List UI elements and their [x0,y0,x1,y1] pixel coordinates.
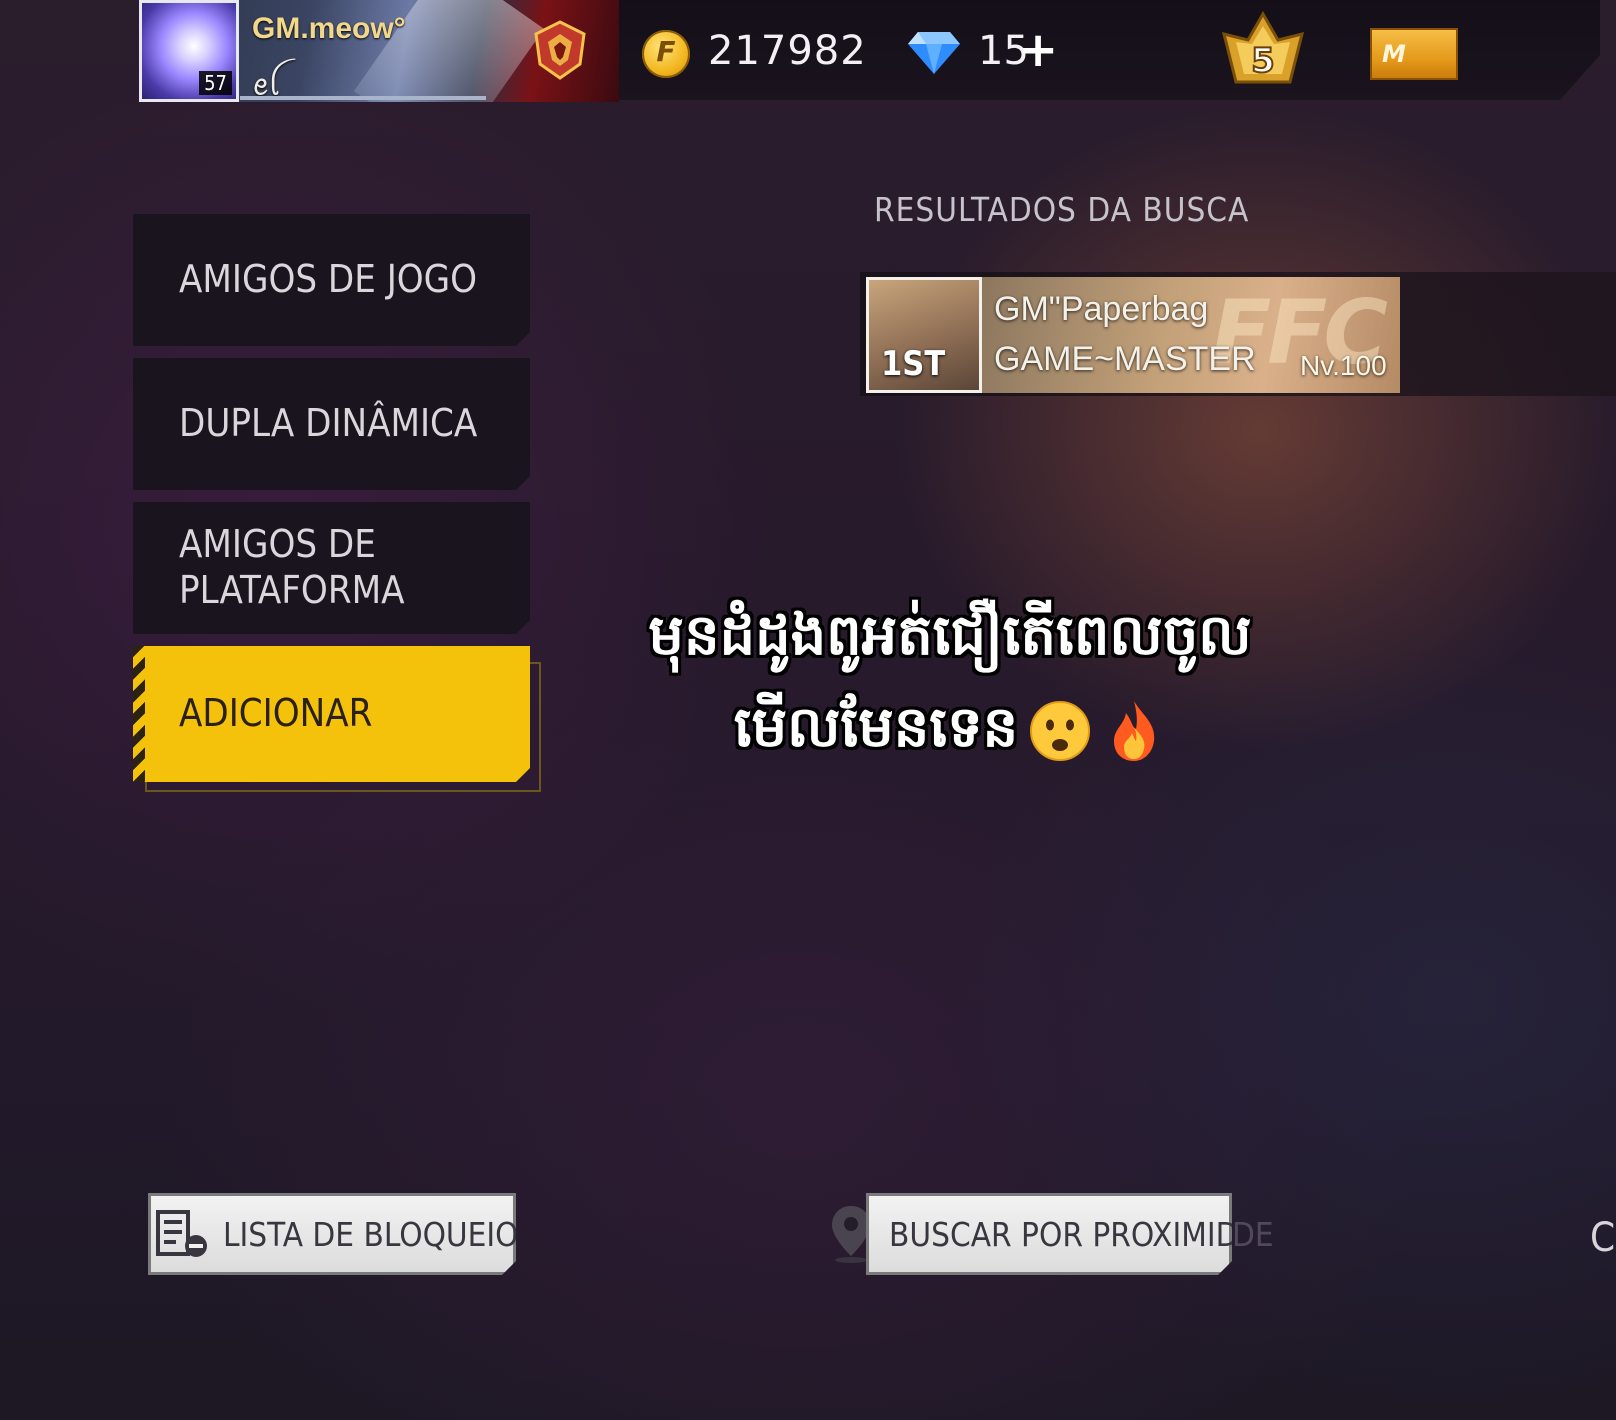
membership-label: M [1382,40,1406,68]
membership-icon[interactable]: M [1370,28,1458,80]
video-caption: មុនដំដូងពូអត់ជឿតើពេលចូល មើលមែនទេន [560,590,1340,774]
result-avatar-rank: 1ST [881,344,946,384]
menu-item-label: AMIGOS DE JOGO [179,257,478,302]
gold-amount: 217982 [708,28,867,74]
caption-line-2-wrap: មើលមែនទេន [560,682,1340,774]
top-bar: 57 GM.meow° ꫀꪶ F 217982 15 + 5 M [0,0,1616,104]
player-level-badge: 57 [199,71,232,95]
caption-line-1: មុនដំដូងពូអត់ជឿតើពេលចូល [648,603,1252,668]
add-diamonds-button[interactable]: + [1018,22,1058,78]
player-exp-bar [240,96,486,100]
block-list-label: LISTA DE BLOQUEIOS [223,1214,538,1254]
player-name: GM.meow° [252,12,406,45]
block-list-icon [156,1210,207,1257]
hazard-stripes [133,646,145,782]
caption-line-2: មើលមែនទេន [733,695,1019,760]
search-nearby-button[interactable]: BUSCAR POR PROXIMIDA [866,1193,1232,1275]
result-player-name: GM"Paperbag [994,290,1209,328]
search-nearby-label-overflow: DE [1232,1215,1274,1254]
offscreen-button-label[interactable]: C [1590,1215,1615,1261]
menu-item-label: ADICIONAR [179,691,373,736]
diamond-icon [908,32,960,74]
rank-value: 5 [1251,41,1275,81]
result-avatar[interactable]: 1ST [866,277,982,393]
result-level: Nv.100 [1300,350,1387,381]
gold-coin-icon: F [642,30,690,78]
result-player-tag: GAME~MASTER [994,340,1256,378]
search-nearby-label: BUSCAR POR PROXIMIDA [889,1214,1259,1254]
player-avatar[interactable]: 57 [139,0,239,102]
menu-item-dynamic-duo[interactable]: DUPLA DINÂMICA [133,358,530,490]
player-tag: ꫀꪶ [252,68,281,103]
menu-item-game-friends[interactable]: AMIGOS DE JOGO [133,214,530,346]
menu-item-label: DUPLA DINÂMICA [179,401,478,446]
rank-crown-icon[interactable]: 5 [1218,10,1308,94]
menu-item-label: AMIGOS DE PLATAFORMA [179,522,405,612]
guild-emblem-icon [534,20,586,80]
worried-face-icon [1030,700,1091,761]
menu-item-platform-friends[interactable]: AMIGOS DE PLATAFORMA [133,502,530,634]
search-results-title: RESULTADOS DA BUSCA [874,190,1250,229]
menu-item-add[interactable]: ADICIONAR [133,646,530,782]
fire-icon [1114,700,1155,761]
